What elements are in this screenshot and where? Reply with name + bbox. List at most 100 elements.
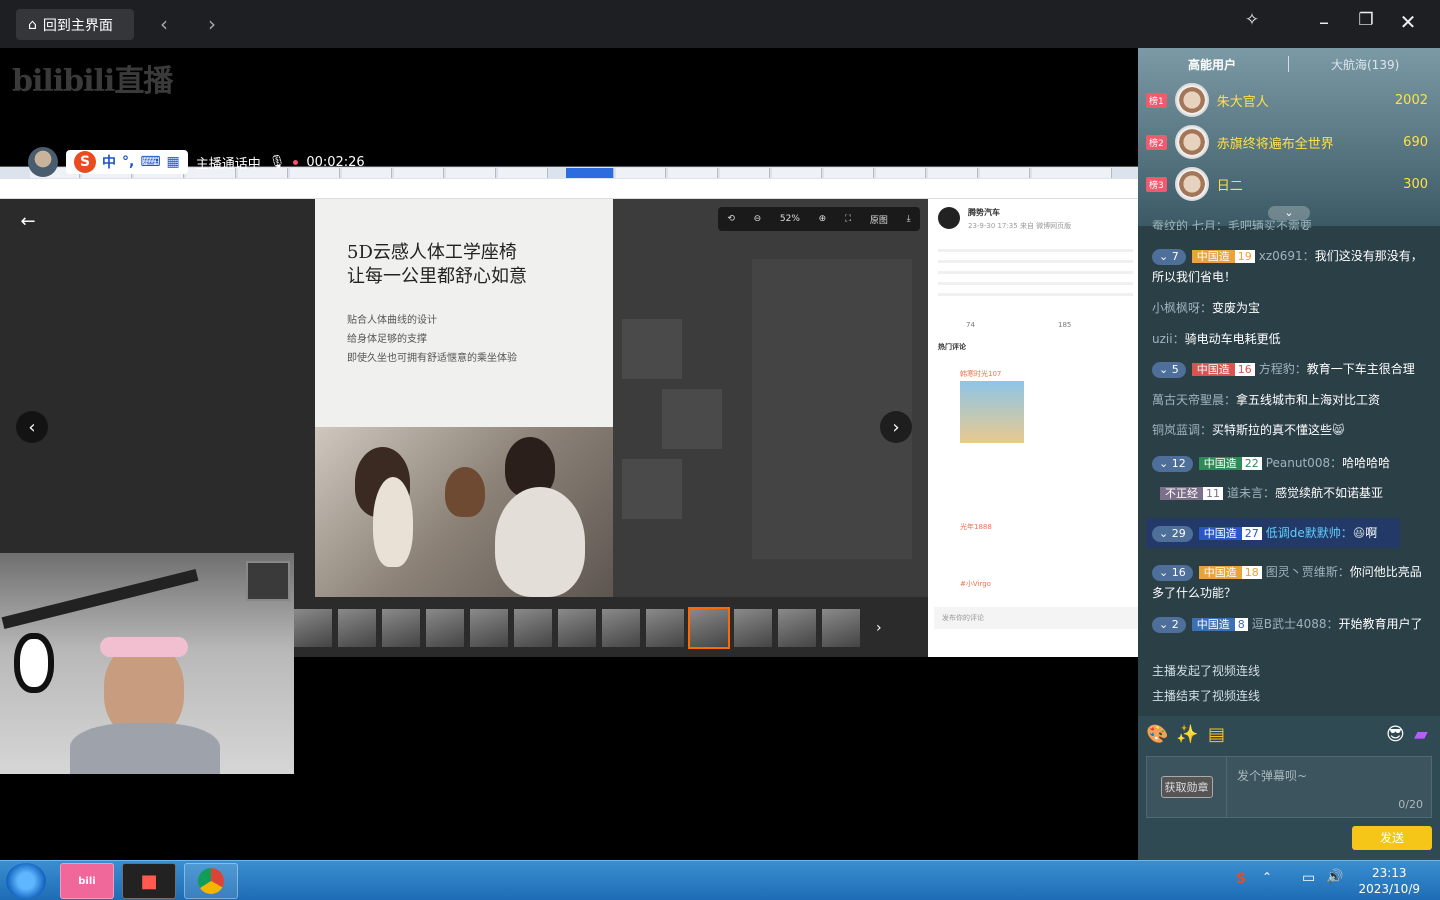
clock-time: 23:13	[1371, 866, 1407, 880]
browser-address-bar	[0, 179, 1138, 199]
sogou-tray-icon[interactable]: S	[1236, 871, 1246, 887]
chat-message: ⌄ 5 中国造 16 方程豹：教育一下车主很合理	[1152, 359, 1432, 380]
bilibili-app-icon: bili	[78, 875, 96, 887]
ime-punct[interactable]: °,	[122, 154, 134, 170]
chat-username[interactable]: 道未言	[1227, 486, 1263, 500]
next-image-icon[interactable]: ›	[880, 411, 912, 443]
back-arrow-icon[interactable]: ‹	[160, 12, 168, 36]
maximize-icon[interactable]: ❐	[1352, 10, 1380, 30]
rank-row[interactable]: 榜1 朱大官人 2002	[1146, 80, 1432, 120]
rank-value: 690	[1403, 134, 1428, 150]
danmaku-input-box[interactable]: 获取勋章 发个弹幕呗~ 0/20	[1146, 756, 1432, 818]
download-icon[interactable]: ⤓	[907, 214, 911, 224]
thumbnail[interactable]	[426, 609, 464, 647]
tab-high-energy-users[interactable]: 高能用户	[1188, 56, 1236, 73]
ime-mode[interactable]: 中	[102, 152, 116, 172]
message-icon[interactable]: ▰	[1414, 724, 1428, 745]
sparkle-icon[interactable]: ✨	[1176, 724, 1198, 745]
chat-username[interactable]: 图灵丶贾维斯	[1266, 565, 1338, 579]
chat-username[interactable]: 逗B武士4088	[1252, 617, 1327, 631]
danmaku-settings-icon[interactable]: ▤	[1208, 724, 1225, 745]
weibo-time: 23-9-30 17:35 来自 微博网页版	[968, 222, 1072, 230]
chat-username[interactable]: uzii	[1152, 332, 1173, 346]
thumbnail[interactable]	[602, 609, 640, 647]
ime-toolbar[interactable]: S 中 °, ⌨ ▦	[66, 150, 188, 174]
chat-username[interactable]: 低调de默默帅	[1266, 526, 1341, 540]
post-comment-input[interactable]: 发布你的评论	[934, 607, 1138, 629]
emoji-icon[interactable]: 😎	[1386, 724, 1405, 745]
get-medal-button[interactable]: 获取勋章	[1147, 757, 1227, 817]
zoom-in-icon[interactable]: ⊕	[819, 214, 827, 224]
camera-icon: ■	[140, 870, 158, 892]
chat-username[interactable]: 小枫枫呀	[1152, 301, 1200, 315]
grid-icon[interactable]: ▦	[167, 154, 180, 170]
start-button[interactable]	[6, 863, 46, 899]
chat-message: ⌄ 7 中国造 19 xz0691：我们这没有那没有，所以我们省电！	[1152, 249, 1423, 284]
rank-row[interactable]: 榜3 日二 300	[1146, 164, 1432, 204]
tray-overflow-icon[interactable]: ⌃	[1262, 870, 1272, 884]
thumbnail[interactable]	[338, 609, 376, 647]
thumbnail-selected[interactable]	[688, 607, 730, 649]
rank-tabs: 高能用户 大航海(139)	[1138, 56, 1440, 78]
send-button[interactable]: 发送	[1352, 826, 1432, 850]
guard-level-badge: ⌄ 5	[1152, 362, 1186, 378]
zoom-out-icon[interactable]: ⊖	[754, 214, 762, 224]
chat-message: 不正经 11 道未言：感觉续航不如诺基亚	[1152, 483, 1432, 504]
chat-username[interactable]: 方程豹	[1259, 362, 1295, 376]
chat-username[interactable]: 萬古天帝聖晨	[1152, 393, 1224, 407]
rank-row[interactable]: 榜2 赤旗终将遍布全世界 690	[1146, 122, 1432, 162]
thumbnail[interactable]	[646, 609, 684, 647]
pin-icon[interactable]: ✧	[1238, 10, 1266, 30]
clock[interactable]: 23:13 2023/10/9	[1358, 865, 1420, 897]
chat-username[interactable]: Peanut008	[1266, 456, 1330, 470]
char-counter: 0/20	[1398, 798, 1423, 811]
thumbnail[interactable]	[558, 609, 596, 647]
thumbnail[interactable]	[294, 609, 332, 647]
danmaku-input[interactable]: 发个弹幕呗~	[1237, 767, 1307, 784]
thumbnail[interactable]	[382, 609, 420, 647]
thumbnail[interactable]	[778, 609, 816, 647]
original-size-button[interactable]: 原图	[870, 213, 888, 226]
call-status-bar: S 中 °, ⌨ ▦ 主播通话中 🎙 00:02:26	[28, 146, 365, 178]
thumbnail-strip: ›	[294, 607, 894, 649]
danmaku-input-area: 🎨 ✨ ▤ 😎 ▰ 获取勋章 发个弹幕呗~ 0/20 发送	[1138, 716, 1440, 860]
tab-guard[interactable]: 大航海(139)	[1331, 56, 1399, 73]
chat-username[interactable]: xz0691	[1259, 249, 1303, 263]
bilibili-taskbar-icon[interactable]: bili	[60, 863, 114, 899]
smile-emoji-icon: 😆	[1352, 526, 1366, 540]
thumbnail[interactable]	[734, 609, 772, 647]
thumbs-next-icon[interactable]: ›	[876, 620, 882, 636]
recording-dot	[293, 159, 299, 165]
windows-taskbar: bili ■ S ⌃ ▭ 🔊 23:13 2023/10/9	[0, 860, 1440, 900]
fit-icon[interactable]: ⛶	[845, 214, 851, 224]
fan-medal: 不正经 11	[1160, 486, 1223, 501]
sogou-ime-icon: S	[74, 151, 96, 173]
network-icon[interactable]: ▭	[1302, 870, 1315, 886]
recorder-taskbar-icon[interactable]: ■	[122, 863, 176, 899]
seat-ad-image: 5D云感人体工学座椅 让每一公里都舒心如意 贴合人体曲线的设计 给身体足够的支撑…	[315, 199, 613, 597]
guard-level-badge: ⌄ 12	[1152, 456, 1193, 472]
call-timer: 00:02:26	[306, 154, 365, 170]
chat-message: 小枫枫呀：变废为宝	[1152, 301, 1261, 315]
keyboard-icon[interactable]: ⌨	[140, 154, 160, 170]
close-icon[interactable]: ✕	[1394, 10, 1422, 34]
thumbnail[interactable]	[514, 609, 552, 647]
prev-image-icon[interactable]: ‹	[16, 411, 48, 443]
thumbnail[interactable]	[470, 609, 508, 647]
stream-video[interactable]: bilibili直播 5D云感人体工学座椅 让每一公里都舒心如意 贴合人体曲线的…	[0, 48, 1138, 860]
chrome-taskbar-icon[interactable]	[184, 863, 238, 899]
chat-message: uzii：骑电动车电耗更低	[1152, 332, 1281, 346]
cat-emoji-icon: 😸	[1332, 423, 1345, 437]
chat-text: 哈哈哈哈	[1342, 456, 1391, 470]
rotate-icon[interactable]: ⟲	[727, 214, 735, 224]
viewer-back-icon[interactable]: ←	[12, 205, 44, 237]
forward-arrow-icon[interactable]: ›	[208, 12, 216, 36]
volume-icon[interactable]: 🔊	[1326, 869, 1343, 885]
minimize-icon[interactable]: –	[1310, 10, 1338, 34]
thumbnail[interactable]	[822, 609, 860, 647]
home-button[interactable]: ⌂ 回到主界面	[16, 9, 134, 40]
chat-username[interactable]: 铜岚蓝调	[1152, 423, 1200, 437]
viewer-toolbar: ⟲ ⊖ 52% ⊕ ⛶ 原图 ⤓	[718, 207, 920, 231]
system-message: 主播结束了视频连线	[1152, 689, 1261, 703]
palette-icon[interactable]: 🎨	[1146, 724, 1168, 745]
